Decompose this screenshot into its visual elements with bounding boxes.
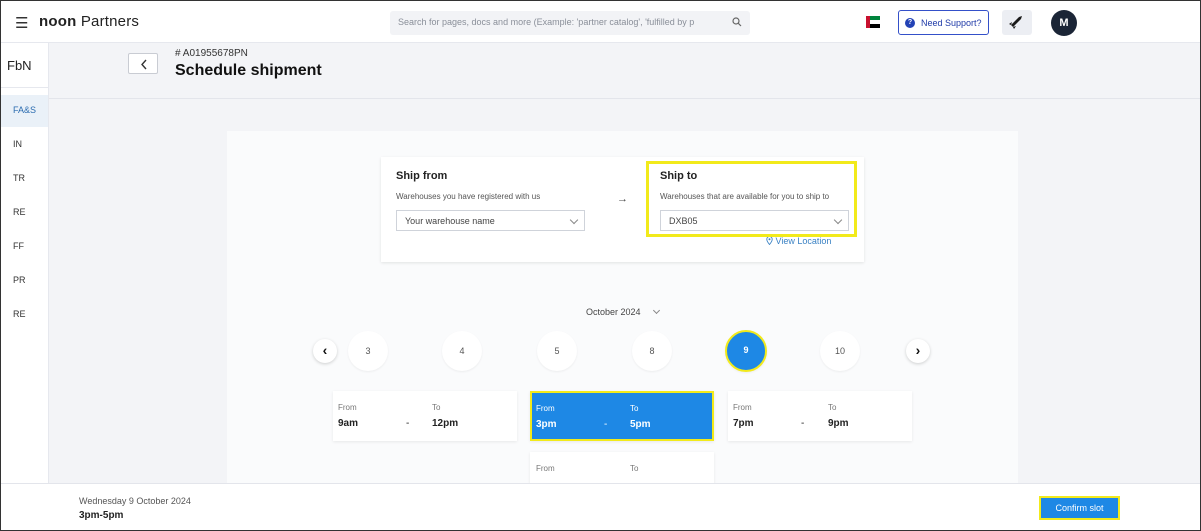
selected-time-text: 3pm-5pm	[79, 510, 124, 521]
confirm-slot-button[interactable]: Confirm slot	[1039, 496, 1120, 520]
prev-dates-button[interactable]: ‹	[313, 339, 337, 363]
page-header: # A01955678PN Schedule shipment	[49, 43, 1200, 99]
logo[interactable]: noon Partners	[39, 13, 139, 30]
search-icon[interactable]	[732, 17, 742, 27]
need-support-button[interactable]: ? Need Support?	[898, 10, 989, 35]
menu-icon[interactable]: ☰	[15, 14, 28, 32]
next-dates-button[interactable]: ›	[906, 339, 930, 363]
time-slot[interactable]: From To 7pm - 9pm	[728, 391, 912, 441]
footer-bar: Wednesday 9 October 2024 3pm-5pm Confirm…	[1, 483, 1200, 530]
time-slot-selected[interactable]: From To 3pm - 5pm	[530, 391, 714, 441]
uae-flag-icon[interactable]	[866, 16, 880, 28]
rail-item-re[interactable]: RE	[1, 197, 48, 229]
rail-item-fas[interactable]: FA&S	[1, 95, 48, 127]
top-bar: ☰ noon Partners Search for pages, docs a…	[1, 1, 1200, 43]
help-icon: ?	[905, 18, 915, 28]
chevron-left-icon	[141, 59, 147, 70]
location-pin-icon	[766, 236, 773, 246]
ship-from-label: Ship from	[396, 170, 448, 182]
date-day-9-selected[interactable]: 9	[725, 330, 767, 372]
view-location-link[interactable]: View Location	[766, 236, 831, 246]
arrow-right-icon: →	[617, 193, 628, 205]
page-title: Schedule shipment	[175, 62, 322, 79]
rail-item-in[interactable]: IN	[1, 129, 48, 161]
rail-item-tr[interactable]: TR	[1, 163, 48, 195]
search-input[interactable]: Search for pages, docs and more (Example…	[390, 11, 750, 35]
date-day-4[interactable]: 4	[442, 331, 482, 371]
selected-date-text: Wednesday 9 October 2024	[79, 496, 191, 506]
date-day-8[interactable]: 8	[632, 331, 672, 371]
date-day-10[interactable]: 10	[820, 331, 860, 371]
back-button[interactable]	[128, 53, 158, 74]
rail-item-pr[interactable]: PR	[1, 265, 48, 297]
document-id: # A01955678PN	[175, 48, 248, 59]
rail-item-ff[interactable]: FF	[1, 231, 48, 263]
rail-item-re-2[interactable]: RE	[1, 299, 48, 331]
ship-from-sub: Warehouses you have registered with us	[396, 192, 541, 201]
launch-button[interactable]	[1002, 10, 1032, 35]
rail-title: FbN	[1, 43, 48, 88]
month-selector[interactable]: October 2024	[586, 307, 641, 317]
date-day-5[interactable]: 5	[537, 331, 577, 371]
search-placeholder: Search for pages, docs and more (Example…	[398, 17, 695, 27]
time-slot[interactable]: From To 9am - 12pm	[333, 391, 517, 441]
chevron-down-icon	[569, 215, 579, 225]
rocket-icon	[1009, 16, 1022, 29]
ship-from-select[interactable]: Your warehouse name	[396, 210, 585, 231]
side-rail: FbN FA&S IN TR RE FF PR RE	[1, 43, 49, 483]
date-day-3[interactable]: 3	[348, 331, 388, 371]
avatar[interactable]: M	[1051, 10, 1077, 36]
ship-to-highlight	[646, 161, 857, 237]
